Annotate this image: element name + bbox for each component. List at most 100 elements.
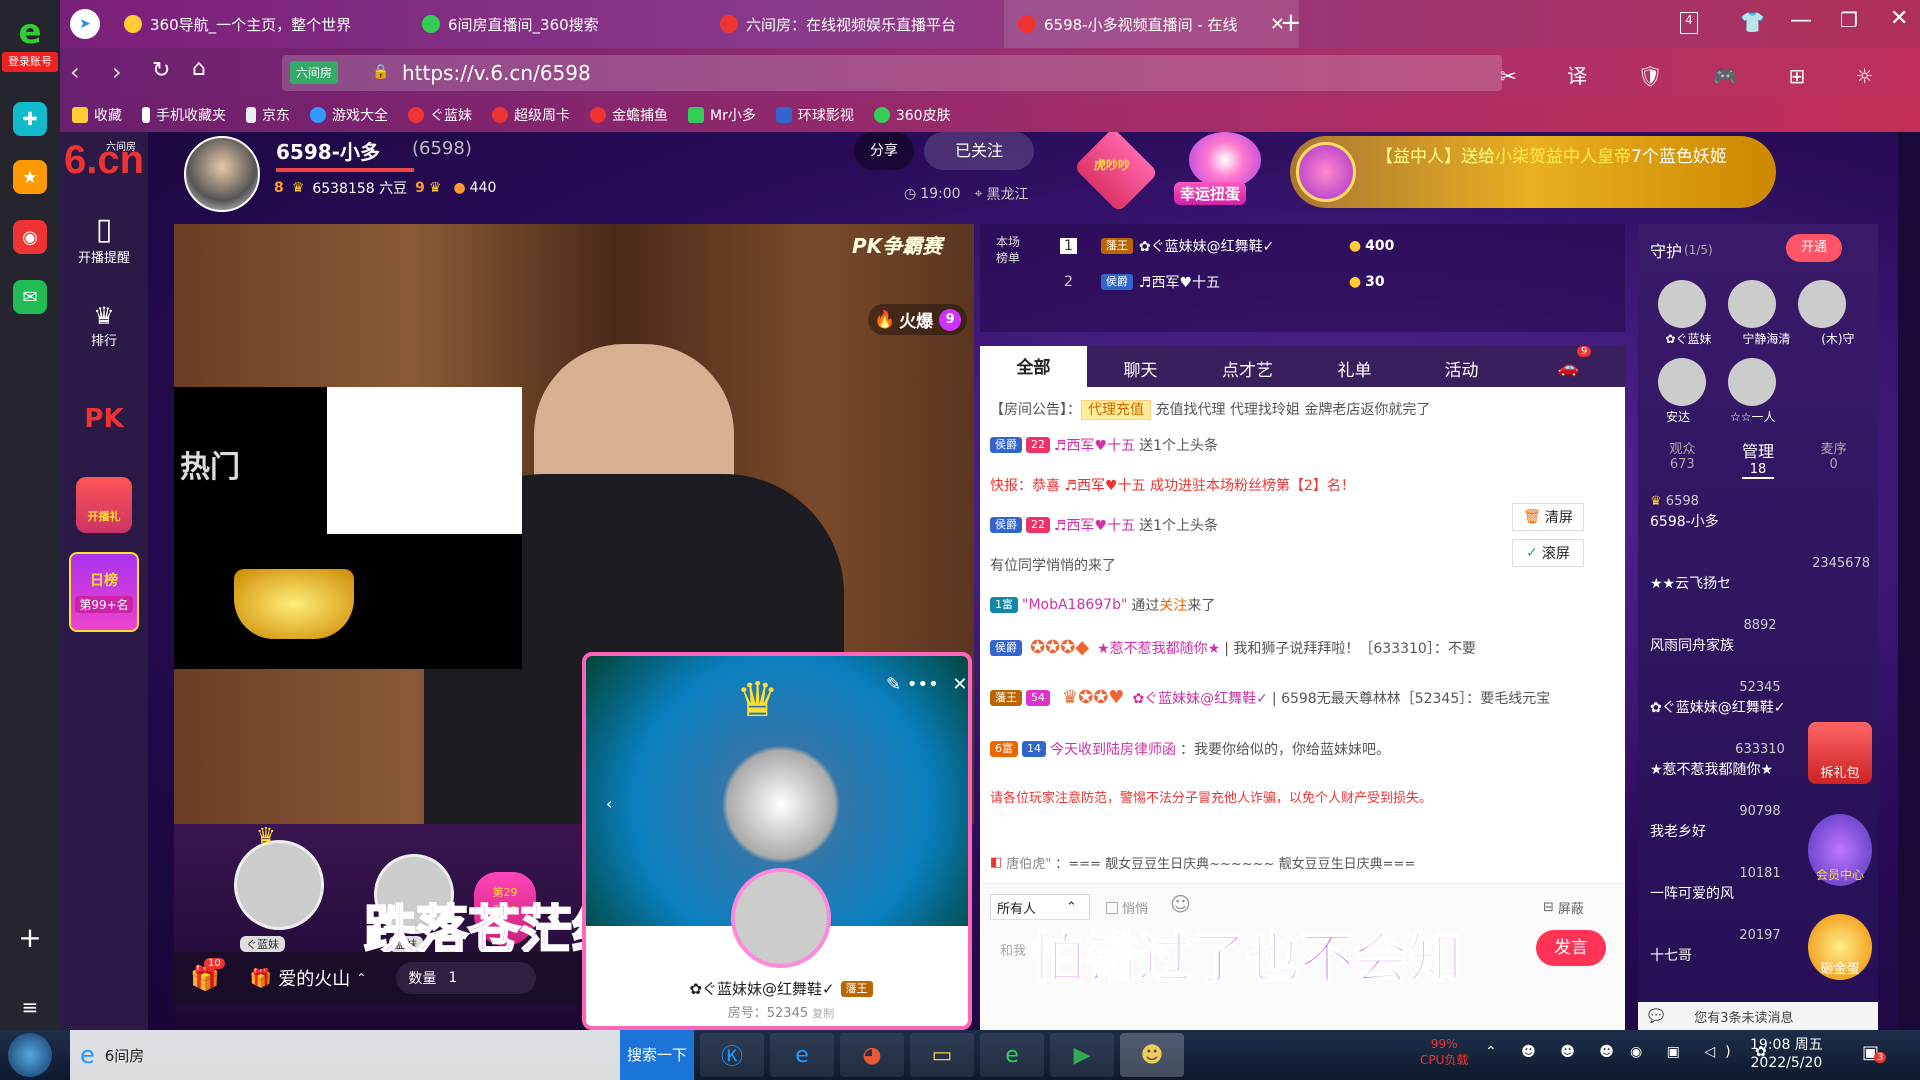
nav-gift[interactable]: 开播礼 [60,477,148,533]
nav-notify[interactable]: ▯ 开播提醒 [60,212,148,266]
tab-audience[interactable]: 观众 673 [1669,438,1695,479]
quantity-field[interactable]: 数量 1 [396,962,537,994]
guard-avatar[interactable] [1658,358,1706,406]
follow-button[interactable]: 已关注 [924,132,1034,170]
tab-360nav[interactable]: 360导航_一个主页，整个世界 [110,0,405,48]
scroll-screen-button[interactable]: ✓ 滚屏 [1512,539,1584,567]
chrome-icon[interactable]: ◕ [840,1033,904,1077]
send-button[interactable]: 发言 [1536,930,1606,966]
vip-center-button[interactable]: 会员中心 [1808,814,1872,886]
admin-item[interactable]: 8892 风雨同舟家族 [1650,616,1870,678]
start-button[interactable] [8,1033,52,1077]
guard-open-button[interactable]: 开通 [1786,234,1842,262]
weibo-icon[interactable]: ◉ [13,220,47,254]
tab-admins[interactable]: 管理 18 [1741,438,1774,479]
tab-search[interactable]: 6间房直播间_360搜索 [408,0,703,48]
lucky-label[interactable]: 幸运扭蛋 [1174,182,1247,205]
close-window-icon[interactable]: ✕ [1890,6,1908,31]
gift-select[interactable]: 🎁 爱的火山 ⌃ [250,965,366,991]
bookmark-item[interactable]: ぐ蓝妹 [408,105,472,125]
share-button[interactable]: 分享 [854,132,914,170]
bookmark-item[interactable]: 360皮肤 [873,105,951,125]
unread-bar[interactable]: 💬 您有3条未读消息 [1638,1002,1878,1030]
admin-item[interactable]: ♛ 6598 6598-小多 [1650,492,1870,554]
gift-box-icon[interactable]: 🎁 10 [190,958,225,992]
nav-rank[interactable]: ♛ 排行 [60,302,148,349]
notification-icon[interactable]: ▣ 3 [1862,1042,1887,1063]
tab-talent[interactable]: 点才艺 [1194,356,1301,381]
nav-daily-rank[interactable]: 日榜 第99+名 [60,552,148,632]
bookmark-item[interactable]: 环球影视 [775,105,854,125]
plus-app-icon[interactable]: ✚ [13,102,47,136]
guard-avatar[interactable] [1728,280,1776,328]
bookmark-item[interactable]: 游戏大全 [310,105,388,125]
close-icon[interactable]: ✕ [952,674,967,695]
emoji-icon[interactable]: ☺ [1170,892,1191,916]
tab-activity[interactable]: 活动 [1408,356,1515,381]
menu-icon[interactable]: ≡ [13,990,47,1024]
add-icon[interactable]: + [13,920,47,954]
tray-icons[interactable]: ⌃ ☻ ☻ ☻ [1485,1044,1624,1060]
player-icon[interactable]: ▶ [1050,1033,1114,1077]
minimize-icon[interactable]: — [1790,8,1812,33]
open-gift-button[interactable]: 拆礼包 [1808,722,1872,784]
ie-app-icon[interactable]: e [770,1033,834,1077]
more-icon[interactable]: ••• [907,674,939,695]
back-icon[interactable]: ‹ [70,58,80,86]
clock[interactable]: 19:08 周五 2022/5/20 [1750,1036,1823,1072]
magic-icon[interactable]: ✎ [886,674,901,695]
bookmark-item[interactable]: 金蟾捕鱼 [590,105,668,125]
forward-icon[interactable]: › [112,58,122,86]
shield-button[interactable]: ⊟ 屏蔽 [1543,898,1584,917]
active-app-icon[interactable]: ☻ [1120,1033,1184,1077]
lucky-egg-icon[interactable] [1189,132,1261,188]
browser-logo-icon[interactable]: e [8,12,52,56]
mail-icon[interactable]: ✉ [13,280,47,314]
navigator-icon[interactable]: ➤ [70,9,100,39]
bookmark-item[interactable]: 京东 [246,105,290,125]
admin-item[interactable]: 2345678 ★★云飞扬セ [1650,554,1870,616]
tab-mic-queue[interactable]: 麦序 0 [1821,438,1847,479]
restore-icon[interactable]: ❐ [1840,8,1858,32]
bookmark-item[interactable]: 收藏 [72,105,122,125]
tab-favicon-icon [124,15,142,33]
toolbar-icons[interactable]: ✂ 译 🛡 🎮 ⊞ ☼ ↶ ≡ [1500,60,1920,89]
tab-count[interactable]: 4 [1680,12,1698,34]
tab-live-room[interactable]: 6598-小多视频直播间 - 在线 ✕ [1004,0,1299,48]
guard-avatar[interactable] [1798,280,1846,328]
home-icon[interactable]: ⌂ [192,56,206,81]
golden-egg-button[interactable]: 砸金蛋 [1808,914,1872,980]
folder-icon[interactable]: ▭ [910,1033,974,1077]
cpu-meter[interactable]: 99% CPU负载 [1420,1036,1468,1068]
shield-icon: ⊟ [1543,900,1554,915]
copy-button[interactable]: 复制 [812,1007,834,1020]
reload-icon[interactable]: ↻ [152,58,170,83]
guard-avatar[interactable] [1728,358,1776,406]
seat-1[interactable] [234,840,324,930]
nav-pk[interactable]: PK [60,404,148,434]
url-field[interactable]: 六间房 🔒 https://v.6.cn/6598 [282,55,1502,91]
new-tab-icon[interactable]: + [1280,8,1302,38]
shirt-skin-icon[interactable]: 👕 [1740,10,1765,34]
bookmark-item[interactable]: 超级周卡 [492,105,570,125]
taskbar-search[interactable]: e 6间房 [70,1030,620,1080]
rank-row-1[interactable]: 1 藩王 ✿ぐ蓝妹妹@红舞鞋✓ ● 400 [1060,236,1394,256]
tab-all[interactable]: 全部 [980,346,1087,390]
k-app-icon[interactable]: Ⓚ [700,1033,764,1077]
star-icon[interactable]: ★ [13,160,47,194]
search-button[interactable]: 搜索一下 [620,1030,694,1080]
tab-chat[interactable]: 聊天 [1087,356,1194,381]
chevron-left-icon[interactable]: ‹ [606,794,612,813]
tab-6cn-home[interactable]: 六间房：在线视频娱乐直播平台 [706,0,1001,48]
tab-gifts[interactable]: 礼单 [1301,356,1408,381]
host-avatar[interactable] [184,136,260,212]
bookmark-item[interactable]: 手机收藏夹 [142,105,226,125]
rank-row-2[interactable]: 2 侯爵 ♬西军♥十五 ● 30 [1060,272,1385,292]
guard-avatar[interactable] [1658,280,1706,328]
bookmark-item[interactable]: Mr小多 [688,105,756,125]
login-button[interactable]: 登录账号 [2,52,58,72]
clear-screen-button[interactable]: 🗑 清屏 [1512,503,1584,531]
car-icon[interactable]: 🚗 9 [1515,346,1622,378]
browser-360-icon[interactable]: e [980,1033,1044,1077]
broadcast-banner[interactable]: 【益中人】送给小柒贺益中人皇帝7个蓝色妖姬 [1290,136,1776,208]
